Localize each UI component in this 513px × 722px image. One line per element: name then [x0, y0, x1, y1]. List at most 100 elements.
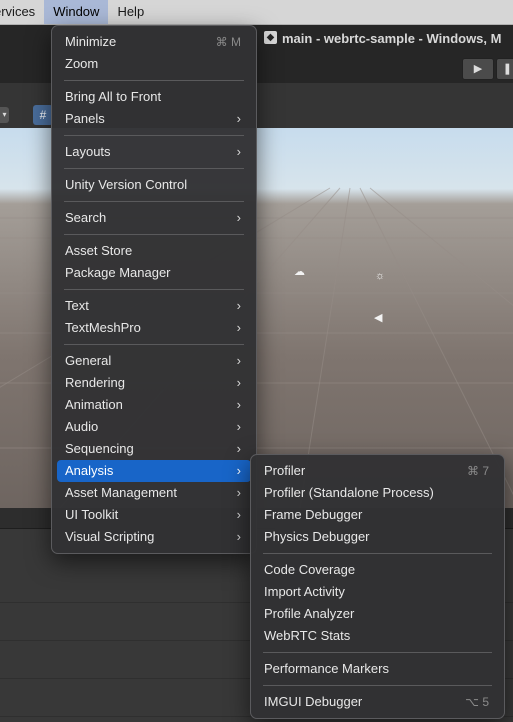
- menu-item-label: Physics Debugger: [264, 529, 370, 544]
- menu-item-label: Bring All to Front: [65, 89, 162, 104]
- menu-separator: [64, 168, 244, 169]
- play-button[interactable]: ▶: [462, 58, 494, 80]
- menu-item-import-activity[interactable]: Import Activity: [256, 581, 499, 603]
- menu-item-label: Layouts: [65, 144, 111, 159]
- menu-item-label: Package Manager: [65, 265, 171, 280]
- menubar-help[interactable]: Help: [108, 0, 153, 24]
- menu-item-label: Audio: [65, 419, 99, 434]
- menu-item-package-manager[interactable]: Package Manager: [57, 262, 251, 284]
- menu-item-analysis[interactable]: Analysis ›: [57, 460, 251, 482]
- menu-item-webrtc-stats[interactable]: WebRTC Stats: [256, 625, 499, 647]
- menu-item-label: Text: [65, 298, 89, 313]
- menu-item-label: IMGUI Debugger: [264, 694, 363, 709]
- chevron-right-icon: ›: [236, 144, 241, 159]
- menu-separator: [263, 685, 492, 686]
- menu-item-label: WebRTC Stats: [264, 628, 351, 643]
- menu-item-sequencing[interactable]: Sequencing ›: [57, 438, 251, 460]
- menu-item-label: Minimize: [65, 34, 117, 49]
- menu-item-performance-markers[interactable]: Performance Markers: [256, 658, 499, 680]
- window-menu: Minimize ⌘ M Zoom Bring All to Front Pan…: [51, 25, 257, 554]
- menu-item-search[interactable]: Search ›: [57, 207, 251, 229]
- menu-item-profiler[interactable]: Profiler ⌘ 7: [256, 460, 499, 482]
- analysis-submenu: Profiler ⌘ 7 Profiler (Standalone Proces…: [250, 454, 505, 719]
- menu-separator: [263, 652, 492, 653]
- chevron-right-icon: ›: [236, 507, 241, 522]
- chevron-right-icon: ›: [236, 529, 241, 544]
- menu-item-label: General: [65, 353, 112, 368]
- menu-item-label: TextMeshPro: [65, 320, 141, 335]
- menu-item-general[interactable]: General ›: [57, 350, 251, 372]
- menu-item-frame-debugger[interactable]: Frame Debugger: [256, 504, 499, 526]
- chevron-right-icon: ›: [236, 210, 241, 225]
- menu-separator: [64, 80, 244, 81]
- menu-item-label: Profile Analyzer: [264, 606, 355, 621]
- menu-item-label: Animation: [65, 397, 123, 412]
- menu-item-label: Performance Markers: [264, 661, 389, 676]
- menu-item-label: Visual Scripting: [65, 529, 155, 544]
- menubar-window[interactable]: Window: [44, 0, 109, 24]
- chevron-right-icon: ›: [236, 298, 241, 313]
- menu-separator: [64, 135, 244, 136]
- menu-item-label: Asset Management: [65, 485, 178, 500]
- chevron-right-icon: ›: [236, 485, 241, 500]
- shortcut-label: ⌘ M: [215, 35, 241, 49]
- chevron-right-icon: ›: [236, 419, 241, 434]
- chevron-right-icon: ›: [236, 320, 241, 335]
- menubar-services[interactable]: ervices: [0, 0, 44, 24]
- pause-icon: ❚❚: [502, 63, 513, 75]
- menu-item-profiler-standalone[interactable]: Profiler (Standalone Process): [256, 482, 499, 504]
- menu-item-textmeshpro[interactable]: TextMeshPro ›: [57, 317, 251, 339]
- grid-icon[interactable]: #: [33, 105, 53, 125]
- menu-item-text[interactable]: Text ›: [57, 295, 251, 317]
- menu-item-label: Profiler: [264, 463, 306, 478]
- menu-separator: [263, 553, 492, 554]
- menu-item-code-coverage[interactable]: Code Coverage: [256, 559, 499, 581]
- menu-item-rendering[interactable]: Rendering ›: [57, 372, 251, 394]
- camera-gizmo-icon[interactable]: ☁: [294, 265, 305, 278]
- menu-separator: [64, 234, 244, 235]
- menu-item-label: Rendering: [65, 375, 125, 390]
- shortcut-label: ⌘ 7: [466, 464, 489, 478]
- menu-item-visual-scripting[interactable]: Visual Scripting ›: [57, 526, 251, 548]
- light-gizmo-icon[interactable]: ☼: [375, 270, 385, 282]
- chevron-right-icon: ›: [236, 441, 241, 456]
- menu-item-label: Unity Version Control: [65, 177, 188, 192]
- pause-button[interactable]: ❚❚: [496, 58, 513, 80]
- chevron-right-icon: ›: [236, 111, 241, 126]
- menu-item-label: Zoom: [65, 56, 99, 71]
- chevron-right-icon: ›: [236, 353, 241, 368]
- menu-bar: ervices Window Help: [0, 0, 513, 25]
- menu-item-label: Panels: [65, 111, 105, 126]
- menu-separator: [64, 344, 244, 345]
- menu-item-audio[interactable]: Audio ›: [57, 416, 251, 438]
- menu-separator: [64, 201, 244, 202]
- menu-item-minimize[interactable]: Minimize ⌘ M: [57, 31, 251, 53]
- chevron-right-icon: ›: [236, 375, 241, 390]
- menu-item-label: Profiler (Standalone Process): [264, 485, 434, 500]
- menu-item-asset-management[interactable]: Asset Management ›: [57, 482, 251, 504]
- menu-item-label: Import Activity: [264, 584, 345, 599]
- menu-item-label: Frame Debugger: [264, 507, 363, 522]
- menu-item-bring-all-to-front[interactable]: Bring All to Front: [57, 86, 251, 108]
- menu-item-imgui-debugger[interactable]: IMGUI Debugger ⌥ 5: [256, 691, 499, 713]
- unity-logo-icon: ◆: [264, 31, 277, 44]
- menu-item-ui-toolkit[interactable]: UI Toolkit ›: [57, 504, 251, 526]
- chevron-right-icon: ›: [236, 463, 241, 478]
- menu-item-zoom[interactable]: Zoom: [57, 53, 251, 75]
- menu-item-asset-store[interactable]: Asset Store: [57, 240, 251, 262]
- play-icon: ▶: [473, 63, 483, 75]
- menu-item-label: Analysis: [65, 463, 114, 478]
- menu-item-label: Asset Store: [65, 243, 133, 258]
- menu-item-label: Code Coverage: [264, 562, 356, 577]
- dropdown-stub[interactable]: ▾: [0, 107, 9, 123]
- menu-item-label: Sequencing: [65, 441, 134, 456]
- menu-item-panels[interactable]: Panels ›: [57, 108, 251, 130]
- menu-item-label: UI Toolkit: [65, 507, 119, 522]
- menu-item-physics-debugger[interactable]: Physics Debugger: [256, 526, 499, 548]
- audio-gizmo-icon[interactable]: ◀: [374, 311, 382, 324]
- menu-separator: [64, 289, 244, 290]
- menu-item-layouts[interactable]: Layouts ›: [57, 141, 251, 163]
- menu-item-unity-version-control[interactable]: Unity Version Control: [57, 174, 251, 196]
- menu-item-animation[interactable]: Animation ›: [57, 394, 251, 416]
- menu-item-profile-analyzer[interactable]: Profile Analyzer: [256, 603, 499, 625]
